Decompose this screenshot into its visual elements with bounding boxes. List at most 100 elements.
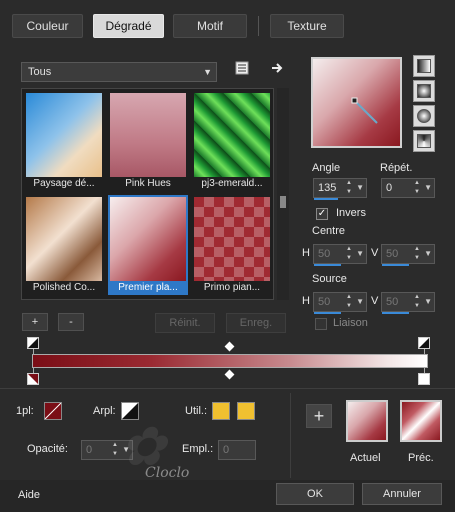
gradient-thumb[interactable]: Primo pian... bbox=[192, 195, 272, 295]
gradient-thumb[interactable]: Paysage dé... bbox=[24, 91, 104, 191]
sunburst-style-button[interactable] bbox=[413, 105, 435, 127]
source-h-slider[interactable] bbox=[314, 312, 341, 314]
gradient-thumb[interactable]: pj3-emerald... bbox=[192, 91, 272, 191]
add-gradient-button[interactable]: + bbox=[22, 313, 48, 331]
tab-motif[interactable]: Motif bbox=[173, 14, 247, 38]
source-h-label: H bbox=[302, 295, 310, 307]
user-color-swatch-2[interactable] bbox=[237, 402, 255, 420]
centre-v-slider[interactable] bbox=[382, 264, 409, 266]
up-down-icon[interactable]: ▲ ▼ bbox=[344, 293, 354, 311]
centre-h-label: H bbox=[302, 247, 310, 259]
transparency-stop-left[interactable] bbox=[27, 337, 39, 349]
up-down-icon[interactable]: ▲ ▼ bbox=[344, 245, 354, 263]
gradient-caption: Pink Hues bbox=[125, 178, 171, 189]
angle-value: 135 bbox=[318, 182, 337, 194]
help-link[interactable]: Aide bbox=[18, 489, 40, 501]
list-view-icon[interactable] bbox=[235, 61, 249, 75]
user-color-swatch-1[interactable] bbox=[212, 402, 230, 420]
source-v-slider[interactable] bbox=[382, 312, 409, 314]
gradient-thumb[interactable]: Pink Hues bbox=[108, 91, 188, 191]
tab-couleur[interactable]: Couleur bbox=[12, 14, 83, 38]
link-checkbox[interactable] bbox=[315, 318, 327, 330]
gradient-swatch bbox=[26, 197, 102, 281]
gradient-swatch bbox=[194, 93, 270, 177]
linear-style-button[interactable] bbox=[413, 55, 435, 77]
tab-separator bbox=[258, 16, 259, 36]
reset-button[interactable]: Réinit. bbox=[155, 313, 215, 333]
scrollbar-thumb[interactable] bbox=[280, 196, 286, 208]
gradient-thumb[interactable]: Polished Co... bbox=[24, 195, 104, 295]
source-v-label: V bbox=[371, 295, 379, 307]
repeat-value: 0 bbox=[386, 182, 393, 194]
location-value: 0 bbox=[223, 444, 230, 456]
repeat-stepper[interactable]: 0 ▲ ▼ ▼ bbox=[381, 178, 435, 198]
centre-v-stepper[interactable]: 50 ▲ ▼ ▼ bbox=[381, 244, 435, 266]
save-gradient-button[interactable]: Enreg. bbox=[226, 313, 286, 333]
category-dropdown[interactable]: Tous ▼ bbox=[21, 62, 217, 82]
transparency-stop-right[interactable] bbox=[418, 337, 430, 349]
arrow-right-icon[interactable] bbox=[270, 61, 286, 75]
gradient-caption: pj3-emerald... bbox=[201, 178, 263, 189]
cancel-button[interactable]: Annuler bbox=[362, 483, 442, 505]
rectangular-style-button[interactable] bbox=[413, 80, 435, 102]
up-down-icon[interactable]: ▲ ▼ bbox=[412, 179, 422, 197]
angle-label: Angle bbox=[312, 162, 341, 174]
source-h-stepper[interactable]: 50 ▲ ▼ ▼ bbox=[313, 292, 367, 314]
repeat-label: Répét. bbox=[380, 162, 413, 174]
up-down-icon[interactable]: ▲ ▼ bbox=[412, 293, 422, 311]
gradient-caption: Premier pla... bbox=[118, 282, 178, 293]
gradient-swatch bbox=[194, 197, 270, 281]
chevron-down-icon[interactable]: ▼ bbox=[424, 249, 432, 258]
up-down-icon[interactable]: ▲ ▼ bbox=[110, 441, 120, 459]
add-swatch-button[interactable]: + bbox=[306, 404, 332, 428]
gradient-list-scrollbar[interactable] bbox=[277, 88, 289, 300]
opacity-value: 0 bbox=[86, 444, 93, 456]
color-stop-right[interactable] bbox=[418, 373, 430, 385]
centre-label: Centre bbox=[312, 225, 346, 237]
location-input[interactable]: 0 bbox=[218, 440, 256, 460]
centre-v-label: V bbox=[371, 247, 379, 259]
invert-checkbox[interactable]: ✓ bbox=[316, 208, 328, 220]
foreground-stop-swatch[interactable] bbox=[44, 402, 62, 420]
section-divider bbox=[0, 388, 455, 389]
gradient-caption: Primo pian... bbox=[203, 282, 261, 293]
gradient-thumb-selected[interactable]: Premier pla... bbox=[108, 195, 188, 295]
gradient-swatch bbox=[110, 93, 186, 177]
centre-h-slider[interactable] bbox=[314, 264, 341, 266]
centre-v-value: 50 bbox=[386, 248, 399, 260]
chevron-down-icon[interactable]: ▼ bbox=[356, 183, 364, 192]
remove-gradient-button[interactable]: - bbox=[58, 313, 84, 331]
transparency-midpoint[interactable] bbox=[224, 341, 235, 352]
centre-h-stepper[interactable]: 50 ▲ ▼ ▼ bbox=[313, 244, 367, 266]
chevron-down-icon[interactable]: ▼ bbox=[356, 297, 364, 306]
angle-slider[interactable] bbox=[314, 198, 338, 200]
gradient-swatch bbox=[110, 197, 186, 281]
current-gradient-swatch[interactable] bbox=[346, 400, 388, 442]
chevron-down-icon[interactable]: ▼ bbox=[424, 183, 432, 192]
ok-button[interactable]: OK bbox=[276, 483, 354, 505]
gradient-caption: Paysage dé... bbox=[33, 178, 95, 189]
invert-label: Invers bbox=[336, 207, 366, 219]
color-stop-left[interactable] bbox=[27, 373, 39, 385]
radial-style-button[interactable] bbox=[413, 130, 435, 152]
up-down-icon[interactable]: ▲ ▼ bbox=[344, 179, 354, 197]
angle-stepper[interactable]: 135 ▲ ▼ ▼ bbox=[313, 178, 367, 200]
gradient-editor-bar[interactable] bbox=[32, 354, 428, 368]
source-label: Source bbox=[312, 273, 347, 285]
source-v-stepper[interactable]: 50 ▲ ▼ ▼ bbox=[381, 292, 435, 314]
previous-gradient-swatch[interactable] bbox=[400, 400, 442, 442]
tab-texture[interactable]: Texture bbox=[270, 14, 344, 38]
opacity-label: Opacité: bbox=[27, 443, 68, 455]
gradient-list[interactable]: Paysage dé... Pink Hues pj3-emerald... P… bbox=[21, 88, 274, 300]
up-down-icon[interactable]: ▲ ▼ bbox=[412, 245, 422, 263]
chevron-down-icon[interactable]: ▼ bbox=[356, 249, 364, 258]
tab-degrade[interactable]: Dégradé bbox=[93, 14, 164, 38]
location-label: Empl.: bbox=[182, 443, 214, 455]
chevron-down-icon[interactable]: ▼ bbox=[424, 297, 432, 306]
source-v-value: 50 bbox=[386, 296, 399, 308]
color-midpoint[interactable] bbox=[224, 369, 235, 380]
user-color-label: Util.: bbox=[185, 405, 207, 417]
link-label: Liaison bbox=[333, 317, 368, 329]
previous-label: Préc. bbox=[408, 452, 434, 464]
gradient-preview[interactable] bbox=[311, 57, 402, 148]
